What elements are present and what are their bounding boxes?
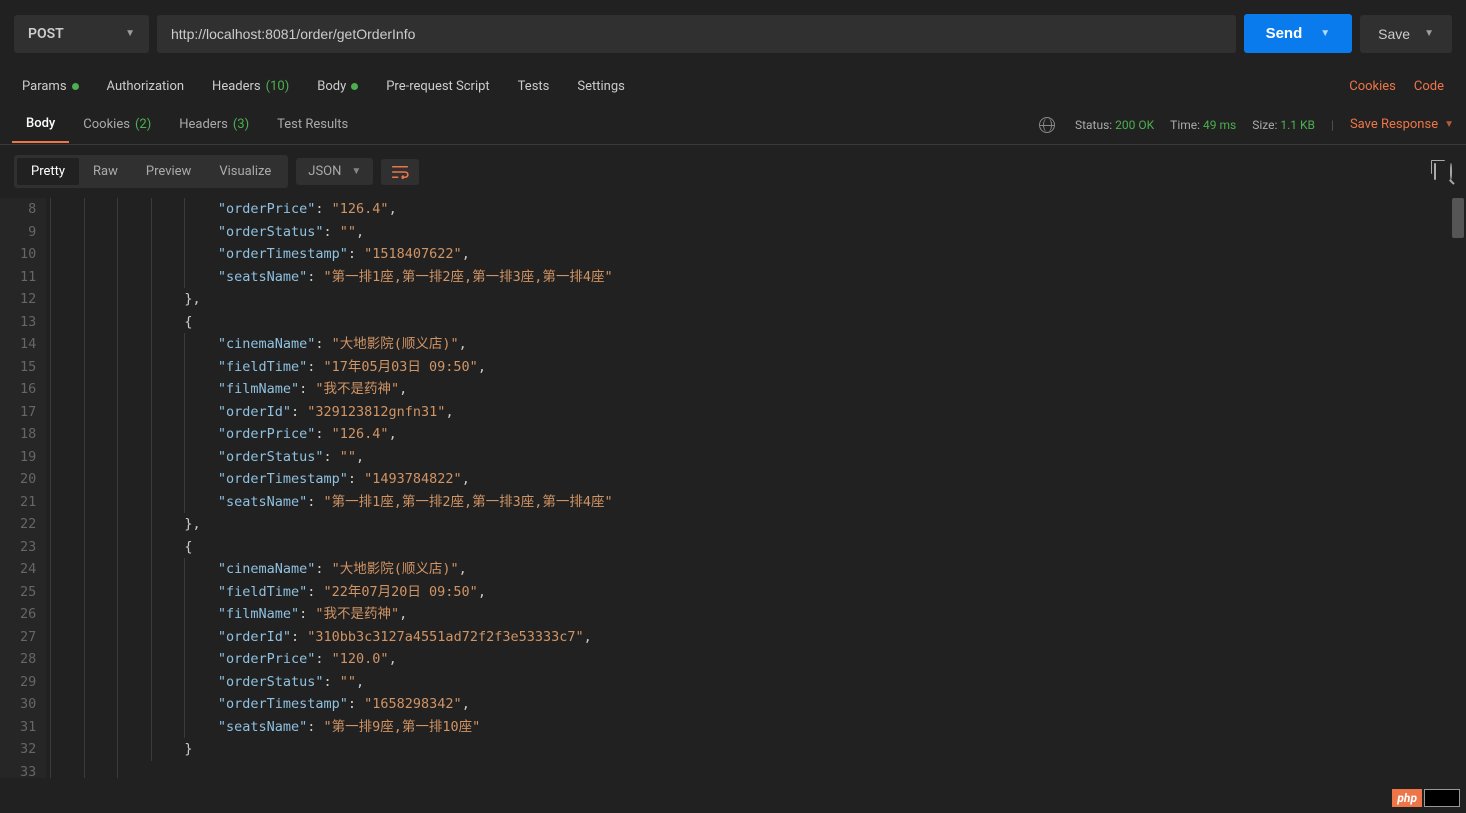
time-group: Time: 49 ms	[1170, 118, 1236, 132]
globe-icon[interactable]	[1039, 117, 1055, 133]
tab-label: Headers	[179, 117, 228, 132]
tab-label: Params	[22, 79, 67, 94]
format-tab-raw[interactable]: Raw	[79, 158, 132, 185]
wrap-icon	[391, 165, 409, 179]
tab-label: Settings	[577, 79, 624, 94]
tab-label: Pre-request Script	[386, 79, 489, 94]
tab-tests[interactable]: Tests	[518, 79, 550, 94]
status-label: Status:	[1075, 118, 1112, 132]
search-icon	[1450, 163, 1452, 180]
time-label: Time:	[1170, 118, 1200, 132]
status-group: Status: 200 OK	[1075, 118, 1154, 132]
format-tab-pretty[interactable]: Pretty	[17, 158, 79, 185]
format-tabs: Pretty Raw Preview Visualize	[14, 155, 288, 188]
code-content: "orderPrice": "126.4", "orderStatus": ""…	[46, 198, 1466, 778]
size-label: Size:	[1252, 118, 1277, 132]
request-right-links: Cookies Code	[1349, 79, 1444, 94]
count-badge: (2)	[135, 117, 151, 132]
tab-label: Cookies	[83, 117, 130, 132]
language-select[interactable]: JSON ▼	[296, 158, 373, 185]
tab-params[interactable]: Params	[22, 79, 79, 94]
count-badge: (10)	[266, 79, 290, 94]
tab-label: Body	[26, 116, 55, 131]
request-top-bar: POST ▼ Send ▼ Save ▼	[0, 0, 1466, 67]
dot-indicator-icon	[72, 83, 79, 90]
save-label: Save	[1378, 26, 1410, 42]
scrollbar-track[interactable]	[1452, 198, 1464, 778]
wrap-lines-button[interactable]	[381, 159, 419, 185]
chevron-down-icon: ▼	[125, 28, 135, 39]
search-button[interactable]	[1450, 164, 1452, 179]
response-tab-headers[interactable]: Headers (3)	[165, 107, 263, 142]
status-value: 200 OK	[1115, 118, 1154, 132]
tab-settings[interactable]: Settings	[577, 79, 624, 94]
request-tabs: Params Authorization Headers (10) Body P…	[0, 67, 1466, 105]
method-select[interactable]: POST ▼	[14, 15, 149, 53]
code-link[interactable]: Code	[1414, 79, 1444, 94]
tab-label: Body	[317, 79, 346, 94]
response-tab-body[interactable]: Body	[12, 106, 69, 143]
save-button[interactable]: Save ▼	[1360, 15, 1452, 53]
dot-indicator-icon	[351, 83, 358, 90]
tab-label: Authorization	[107, 79, 185, 94]
chevron-down-icon: ▼	[1320, 28, 1330, 39]
copy-button[interactable]	[1434, 164, 1436, 179]
chevron-down-icon: ▼	[351, 166, 361, 177]
tab-label: Tests	[518, 79, 550, 94]
size-value: 1.1 KB	[1280, 118, 1315, 132]
size-group: Size: 1.1 KB	[1252, 118, 1315, 132]
chevron-down-icon: ▼	[1444, 119, 1454, 130]
count-badge: (3)	[233, 117, 249, 132]
format-right-icons	[1434, 164, 1452, 179]
watermark-text: php	[1392, 789, 1422, 807]
save-response-button[interactable]: Save Response ▼	[1350, 117, 1454, 132]
format-tab-visualize[interactable]: Visualize	[205, 158, 285, 185]
watermark: php	[1392, 789, 1460, 807]
scrollbar-thumb[interactable]	[1452, 198, 1464, 238]
copy-icon	[1434, 163, 1436, 180]
tab-label: Headers	[212, 79, 261, 94]
response-tab-cookies[interactable]: Cookies (2)	[69, 107, 165, 142]
time-value: 49 ms	[1203, 118, 1236, 132]
send-button[interactable]: Send ▼	[1244, 14, 1353, 53]
tab-prerequest[interactable]: Pre-request Script	[386, 79, 489, 94]
format-bar: Pretty Raw Preview Visualize JSON ▼	[0, 145, 1466, 198]
tab-body[interactable]: Body	[317, 79, 358, 94]
tab-label: Test Results	[277, 117, 348, 132]
response-body-editor[interactable]: 8910111213141516171819202122232425262728…	[0, 198, 1466, 778]
watermark-box	[1424, 789, 1460, 807]
method-value: POST	[28, 26, 64, 42]
language-value: JSON	[308, 164, 341, 179]
format-tab-preview[interactable]: Preview	[132, 158, 205, 185]
response-tabs: Body Cookies(2) Headers(3) Test Results …	[0, 105, 1466, 145]
response-meta: Status: 200 OK Time: 49 ms Size: 1.1 KB …	[1039, 117, 1454, 133]
url-input[interactable]	[157, 15, 1236, 53]
cookies-link[interactable]: Cookies	[1349, 79, 1396, 94]
send-label: Send	[1266, 25, 1303, 42]
tab-authorization[interactable]: Authorization	[107, 79, 185, 94]
chevron-down-icon: ▼	[1424, 28, 1434, 39]
line-gutter: 8910111213141516171819202122232425262728…	[0, 198, 46, 778]
save-response-label: Save Response	[1350, 117, 1438, 132]
response-tab-test-results[interactable]: Test Results	[263, 107, 362, 142]
tab-headers[interactable]: Headers (10)	[212, 79, 289, 94]
